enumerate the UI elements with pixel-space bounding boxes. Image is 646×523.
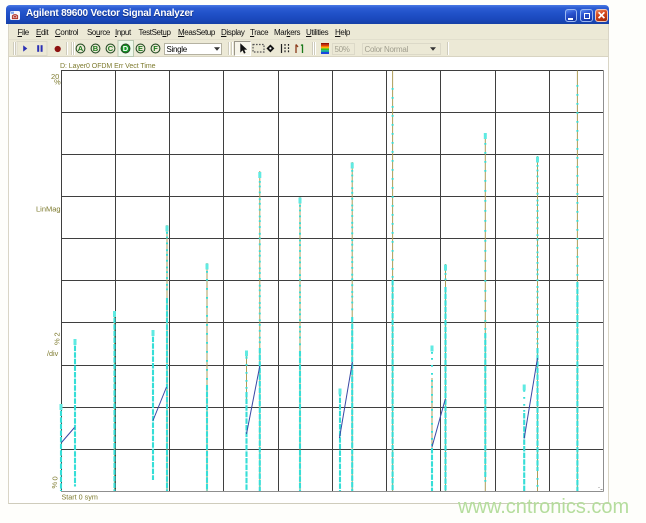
svg-text:%: %	[50, 482, 59, 489]
svg-text:%: %	[54, 78, 61, 87]
svg-text:2: 2	[53, 332, 62, 336]
svg-text:D: Layer0 OFDM Err Vect Time: D: Layer0 OFDM Err Vect Time	[60, 63, 156, 70]
svg-text:0: 0	[51, 476, 60, 480]
svg-text:LinMag: LinMag	[36, 205, 61, 214]
svg-text:%: %	[53, 338, 62, 345]
svg-text:/div: /div	[47, 349, 59, 358]
svg-text:Start 0 sym: Start 0 sym	[62, 493, 98, 502]
